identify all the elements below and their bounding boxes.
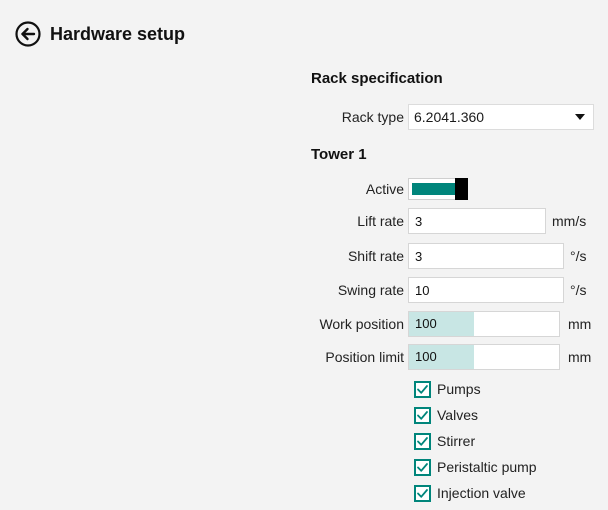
work-position-input[interactable]: 100 [408,311,560,337]
active-label: Active [365,181,404,197]
active-toggle[interactable] [408,178,468,200]
work-position-label: Work position [319,316,404,332]
checkmark-icon [417,384,428,394]
work-position-unit: mm [568,316,592,332]
option-label: Pumps [437,381,481,397]
work-position-row: Work position 100 mm [300,310,591,338]
page-header: Hardware setup [14,20,185,48]
option-pumps[interactable]: Pumps [414,376,537,402]
option-label: Peristaltic pump [437,459,537,475]
rack-type-row: Rack type 6.2041.360 [300,103,594,131]
option-label: Valves [437,407,478,423]
option-peristaltic-pump[interactable]: Peristaltic pump [414,454,537,480]
options-checklist: Pumps Valves Stirrer Peristaltic pump In… [414,376,537,506]
position-limit-value: 100 [415,349,437,364]
checkmark-icon [417,462,428,472]
page-title: Hardware setup [50,23,186,44]
position-limit-label: Position limit [325,349,404,365]
lift-rate-label: Lift rate [357,213,404,229]
option-valves[interactable]: Valves [414,402,537,428]
chevron-down-icon [575,114,585,120]
swing-rate-label: Swing rate [337,282,404,298]
checkbox[interactable] [414,484,431,502]
checkmark-icon [417,410,428,420]
toggle-fill [412,183,456,195]
checkmark-icon [417,488,428,498]
option-stirrer[interactable]: Stirrer [414,428,537,454]
shift-rate-unit: °/s [570,248,587,264]
tower-section-title: Tower 1 [311,146,367,163]
work-position-value: 100 [415,316,437,331]
lift-rate-row: Lift rate mm/s [300,207,586,235]
checkbox[interactable] [414,432,431,450]
rack-section-title: Rack specification [311,70,443,87]
swing-rate-unit: °/s [570,282,587,298]
lift-rate-input[interactable] [408,208,546,234]
option-label: Injection valve [437,485,526,501]
shift-rate-row: Shift rate °/s [300,242,587,270]
shift-rate-label: Shift rate [347,248,404,264]
back-button[interactable] [14,20,42,48]
checkbox[interactable] [414,406,431,424]
lift-rate-unit: mm/s [552,213,587,229]
position-limit-input[interactable]: 100 [408,344,560,370]
rack-type-select[interactable]: 6.2041.360 [408,104,594,130]
rack-type-value: 6.2041.360 [414,109,485,125]
toggle-thumb[interactable] [455,178,468,200]
swing-rate-row: Swing rate °/s [300,276,587,304]
checkbox[interactable] [414,458,431,476]
option-label: Stirrer [437,433,476,449]
shift-rate-input[interactable] [408,243,564,269]
option-injection-valve[interactable]: Injection valve [414,480,537,506]
back-arrow-icon [15,21,41,47]
checkbox[interactable] [414,380,431,398]
active-row: Active [300,175,468,203]
position-limit-row: Position limit 100 mm [300,343,591,371]
swing-rate-input[interactable] [408,277,564,303]
hardware-setup-page: Hardware setup Rack specification Rack t… [0,0,608,510]
rack-type-label: Rack type [341,109,404,125]
position-limit-unit: mm [568,349,592,365]
checkmark-icon [417,436,428,446]
